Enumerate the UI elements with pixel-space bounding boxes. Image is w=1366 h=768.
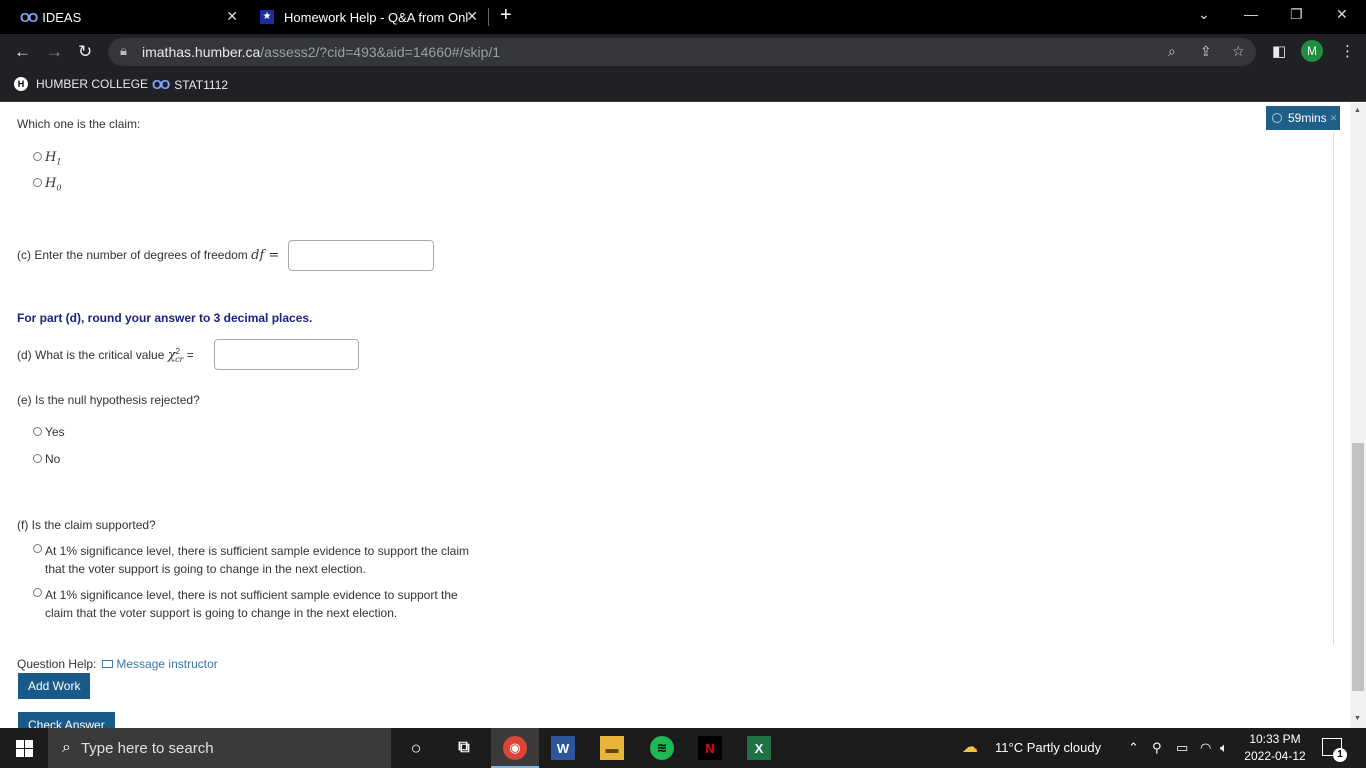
cortana-icon[interactable]: ○ xyxy=(404,736,428,760)
radio-icon[interactable] xyxy=(33,152,42,161)
notification-count-badge: 1 xyxy=(1333,748,1347,762)
part-f-label: (f) Is the claim supported? xyxy=(17,518,156,532)
tab-search-icon[interactable]: ⌄ xyxy=(1198,6,1210,23)
restore-icon[interactable]: ❐ xyxy=(1290,6,1303,23)
tray-chevron-icon[interactable]: ⌃ xyxy=(1128,740,1139,756)
windows-taskbar: ⌕ Type here to search ○ ⧉ ◉ W ▬ ≋ N X ☁ … xyxy=(0,728,1366,768)
scroll-down-icon[interactable]: ▼ xyxy=(1354,715,1361,722)
scroll-thumb[interactable] xyxy=(1352,443,1364,691)
volume-muted-icon[interactable]: 🔈︎ xyxy=(1220,740,1228,756)
zoom-icon[interactable]: ⌕ xyxy=(1168,43,1176,60)
bookmark-stat1112[interactable]: OO STAT1112 xyxy=(152,77,228,92)
back-icon[interactable]: ← xyxy=(14,42,31,62)
check-answer-button[interactable]: Check Answer xyxy=(18,712,115,728)
address-bar-row: ← → ↻ 🔒︎ imathas.humber.ca/assess2/?cid=… xyxy=(0,34,1366,70)
lock-icon: 🔒︎ xyxy=(120,43,127,58)
clock-icon xyxy=(1272,113,1282,123)
meet-now-icon[interactable]: ⚲ xyxy=(1152,740,1162,756)
word-icon[interactable]: W xyxy=(551,736,575,760)
ideas-logo-icon: OO xyxy=(20,9,38,25)
battery-icon[interactable]: ▭ xyxy=(1176,740,1188,756)
timer-badge[interactable]: 59mins ✕ xyxy=(1266,106,1340,130)
wifi-icon[interactable]: ◠ xyxy=(1200,740,1211,756)
radio-icon[interactable] xyxy=(33,544,42,553)
forward-icon[interactable]: → xyxy=(46,42,63,62)
claim-supported-option-1[interactable]: At 1% significance level, there is suffi… xyxy=(33,542,475,578)
humber-logo-icon: H xyxy=(14,77,28,91)
spotify-icon[interactable]: ≋ xyxy=(650,736,674,760)
reject-option-yes[interactable]: Yes xyxy=(33,425,65,439)
excel-icon[interactable]: X xyxy=(747,736,771,760)
divider-line xyxy=(1333,133,1334,645)
side-panel-icon[interactable]: ◧ xyxy=(1272,42,1286,60)
tab-ideas-title: IDEAS xyxy=(42,9,82,25)
radio-icon[interactable] xyxy=(33,178,42,187)
claim-option-h0[interactable]: H0 xyxy=(33,176,61,193)
browser-tab-strip: OO IDEAS ✕ ★ Homework Help - Q&A from On… xyxy=(0,0,1366,34)
tab-ideas[interactable]: OO IDEAS ✕ xyxy=(0,0,248,34)
close-window-icon[interactable]: ✕ xyxy=(1336,6,1348,23)
close-timer-icon[interactable]: ✕ xyxy=(1330,113,1338,124)
critical-value-input[interactable] xyxy=(214,339,359,370)
radio-icon[interactable] xyxy=(33,454,42,463)
question-help: Question Help: Message instructor xyxy=(17,657,218,671)
url-omnibox[interactable]: 🔒︎ imathas.humber.ca/assess2/?cid=493&ai… xyxy=(108,38,1256,66)
radio-icon[interactable] xyxy=(33,588,42,597)
task-view-icon[interactable]: ⧉ xyxy=(452,736,476,760)
radio-icon[interactable] xyxy=(33,427,42,436)
windows-start-icon[interactable] xyxy=(16,740,33,757)
claim-option-h1[interactable]: H1 xyxy=(33,150,61,167)
ideas-logo-icon: OO xyxy=(152,77,170,92)
bookmarks-bar: H HUMBER COLLEGE OO STAT1112 xyxy=(0,70,1366,102)
degrees-of-freedom-input[interactable] xyxy=(288,240,434,271)
part-e-label: (e) Is the null hypothesis rejected? xyxy=(17,393,200,407)
star-favicon-icon: ★ xyxy=(260,10,274,24)
close-tab-icon[interactable]: ✕ xyxy=(226,8,238,25)
rounding-notice: For part (d), round your answer to 3 dec… xyxy=(17,311,313,325)
message-instructor-link[interactable]: Message instructor xyxy=(102,657,218,671)
bookmark-star-icon[interactable]: ☆ xyxy=(1232,43,1245,60)
part-d-label: (d) What is the critical value χ2cr = xyxy=(17,347,194,365)
menu-kebab-icon[interactable]: ⋮ xyxy=(1340,42,1355,60)
taskbar-search[interactable]: ⌕ Type here to search xyxy=(48,728,391,768)
taskbar-clock[interactable]: 10:33 PM 2022-04-12 xyxy=(1240,731,1310,765)
reject-option-no[interactable]: No xyxy=(33,452,60,466)
chrome-icon[interactable]: ◉ xyxy=(503,736,527,760)
file-explorer-icon[interactable]: ▬ xyxy=(600,736,624,760)
part-c-label: (c) Enter the number of degrees of freed… xyxy=(17,248,280,263)
weather-text[interactable]: 11°C Partly cloudy xyxy=(995,740,1101,755)
claim-prompt: Which one is the claim: xyxy=(17,117,141,131)
tab-divider xyxy=(488,8,489,26)
bookmark-humber-college[interactable]: H HUMBER COLLEGE xyxy=(14,77,148,91)
search-icon: ⌕ xyxy=(62,739,71,756)
add-work-button[interactable]: Add Work xyxy=(18,673,91,699)
claim-supported-option-2[interactable]: At 1% significance level, there is not s… xyxy=(33,586,475,622)
envelope-icon xyxy=(102,660,114,668)
netflix-icon[interactable]: N xyxy=(698,736,722,760)
tab-homework-title: Homework Help - Q&A from Onl xyxy=(284,9,469,25)
new-tab-button[interactable]: + xyxy=(500,4,512,27)
scroll-up-icon[interactable]: ▲ xyxy=(1354,107,1361,114)
page-scrollbar[interactable]: ▲ ▼ xyxy=(1350,103,1366,728)
minimize-icon[interactable]: — xyxy=(1244,6,1258,22)
close-tab-icon[interactable]: ✕ xyxy=(466,8,478,25)
tab-homework-help[interactable]: ★ Homework Help - Q&A from Onl ✕ xyxy=(252,0,488,34)
share-icon[interactable]: ⇪ xyxy=(1200,43,1212,60)
url-text: imathas.humber.ca/assess2/?cid=493&aid=1… xyxy=(142,44,501,60)
reload-icon[interactable]: ↻ xyxy=(78,42,92,62)
question-content: Which one is the claim: H1 H0 (c) Enter … xyxy=(0,103,1350,728)
profile-avatar[interactable]: M xyxy=(1301,40,1323,62)
weather-icon[interactable]: ☁ xyxy=(962,737,978,757)
